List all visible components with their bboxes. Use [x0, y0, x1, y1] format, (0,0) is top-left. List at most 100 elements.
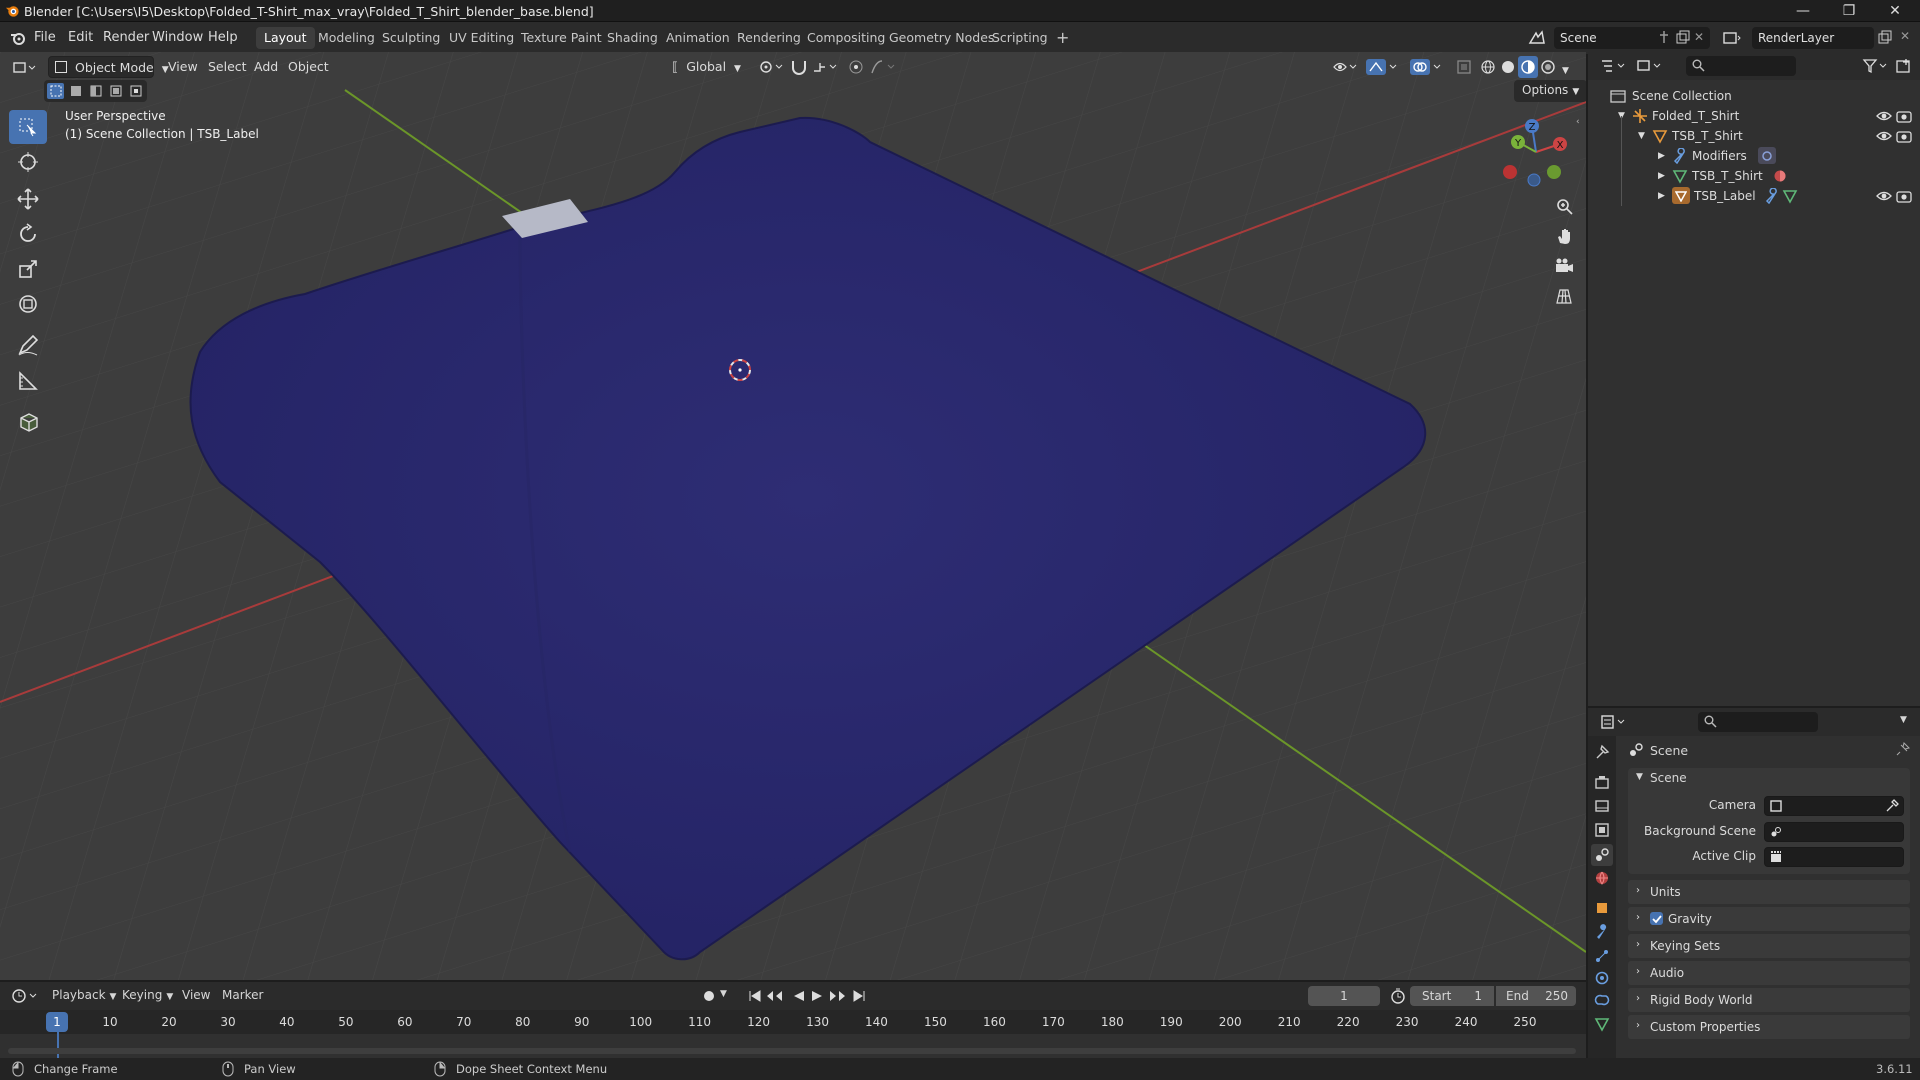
outliner-row-tsb-label[interactable]: ▶ TSB_Label [1588, 186, 1920, 206]
camera-field[interactable] [1764, 796, 1904, 816]
expand-chevron-right-icon[interactable]: ▶ [1658, 171, 1665, 181]
duplicate-layer-icon[interactable] [1878, 30, 1892, 44]
minimize-icon[interactable]: — [1780, 0, 1826, 22]
rotate-tool[interactable] [9, 217, 47, 251]
timeline-scrollbar[interactable] [8, 1048, 1576, 1054]
transform-tool[interactable] [9, 287, 47, 321]
data-tab-icon[interactable] [1594, 1016, 1610, 1032]
expand-chevron-down-icon[interactable]: ▼ [1638, 131, 1645, 141]
section-chevron-down-icon[interactable]: ▼ [1636, 772, 1643, 782]
proportional-editing-icon[interactable] [848, 56, 864, 78]
transform-orientation-dropdown[interactable]: ⟦ Global ▼ [672, 56, 744, 78]
select-box-tool[interactable] [9, 110, 47, 144]
snap-icon[interactable] [790, 56, 808, 78]
pivot-point-icon[interactable] [758, 56, 786, 78]
overlays-toggle-icon[interactable] [1410, 56, 1444, 78]
outliner-row-modifiers[interactable]: ▶ Modifiers [1588, 146, 1920, 166]
options-dropdown[interactable]: Options ▼ [1514, 80, 1586, 102]
properties-search-input[interactable] [1698, 712, 1818, 732]
camera-view-icon[interactable] [1550, 252, 1578, 280]
menu-window[interactable]: Window [152, 28, 203, 48]
xray-toggle-icon[interactable] [1456, 56, 1472, 78]
new-collection-icon[interactable] [1896, 58, 1912, 74]
blender-menu-icon[interactable] [10, 30, 26, 46]
tab-texture-paint[interactable]: Texture Paint [513, 27, 610, 49]
properties-editor-type-icon[interactable] [1600, 714, 1628, 730]
remove-layer-icon[interactable]: ✕ [1900, 29, 1910, 43]
tab-compositing[interactable]: Compositing [799, 27, 893, 49]
menu-timeline-view[interactable]: View [182, 988, 210, 1002]
display-mode-icon[interactable] [1636, 58, 1664, 74]
sidebar-toggle-chevron-icon[interactable]: ‹ [1576, 117, 1580, 127]
pan-hand-icon[interactable] [1550, 222, 1578, 250]
menu-keying[interactable]: Keying ▼ [122, 988, 173, 1002]
add-cube-tool[interactable] [9, 404, 47, 438]
active-clip-field[interactable] [1764, 847, 1904, 867]
units-panel[interactable]: › Units [1628, 880, 1910, 904]
gravity-panel[interactable]: › Gravity [1628, 907, 1910, 931]
tab-layout[interactable]: Layout [256, 27, 315, 49]
eyedropper-icon[interactable] [1885, 799, 1899, 813]
move-tool[interactable] [9, 182, 47, 216]
properties-options-chevron-down-icon[interactable]: ▼ [1900, 715, 1907, 725]
playhead[interactable]: 1 [46, 1012, 68, 1032]
scene-tab-icon[interactable] [1591, 844, 1613, 866]
expand-chevron-right-icon[interactable]: ▶ [1658, 151, 1665, 161]
wireframe-shading-icon[interactable] [1480, 56, 1496, 78]
visibility-icon[interactable] [1332, 56, 1360, 78]
restore-icon[interactable]: ❐ [1826, 0, 1872, 22]
frame-ruler[interactable]: 10 20 30 40 50 60 70 80 90 100 110 120 130 140 150 160 1… [0, 1010, 1586, 1034]
tab-scripting[interactable]: Scripting [984, 27, 1056, 49]
outliner-row-scene-collection[interactable]: Scene Collection [1588, 86, 1920, 106]
tool-tab-icon[interactable] [1594, 744, 1610, 760]
scale-tool[interactable] [9, 252, 47, 286]
rigid-body-world-panel[interactable]: › Rigid Body World [1628, 988, 1910, 1012]
shading-options-chevron-down-icon[interactable]: ▼ [1562, 60, 1569, 82]
current-frame-field[interactable]: 1 [1308, 986, 1380, 1006]
rendered-shading-icon[interactable] [1540, 56, 1556, 78]
outliner-editor-type-icon[interactable] [1600, 58, 1628, 74]
particles-tab-icon[interactable] [1594, 948, 1610, 964]
3d-viewport[interactable]: Object Mode ▼ View Select Add Object ⟦ G… [0, 52, 1586, 980]
pin-icon[interactable] [1896, 742, 1910, 756]
add-workspace-icon[interactable]: + [1048, 27, 1077, 49]
audio-panel[interactable]: › Audio [1628, 961, 1910, 985]
remove-scene-icon[interactable]: ✕ [1694, 30, 1704, 44]
play-reverse-icon[interactable] [792, 989, 806, 1003]
material-preview-shading-icon[interactable] [1518, 56, 1538, 78]
tab-rendering[interactable]: Rendering [729, 27, 809, 49]
prev-keyframe-icon[interactable] [766, 989, 784, 1003]
menu-playback[interactable]: Playback ▼ [52, 988, 116, 1002]
menu-view[interactable]: View [168, 56, 198, 78]
measure-tool[interactable] [9, 364, 47, 398]
custom-properties-panel[interactable]: › Custom Properties [1628, 1015, 1910, 1039]
eye-icon[interactable] [1876, 188, 1892, 204]
expand-chevron-right-icon[interactable]: ▶ [1658, 191, 1665, 201]
background-scene-field[interactable] [1764, 822, 1904, 842]
tab-modeling[interactable]: Modeling [310, 27, 383, 49]
select-new-icon[interactable] [47, 83, 64, 99]
render-camera-icon[interactable] [1896, 108, 1912, 124]
tab-shading[interactable]: Shading [599, 27, 666, 49]
scene-selector[interactable]: Scene ✕ [1554, 27, 1710, 49]
select-invert-icon[interactable] [107, 83, 124, 99]
output-tab-icon[interactable] [1594, 798, 1610, 814]
perspective-toggle-icon[interactable] [1550, 282, 1578, 310]
editor-type-icon[interactable] [12, 60, 38, 76]
snap-target-icon[interactable] [812, 56, 840, 78]
record-icon[interactable] [702, 989, 716, 1003]
gravity-checkbox[interactable] [1650, 912, 1663, 925]
modifier-tab-icon[interactable] [1594, 924, 1610, 940]
start-frame-field[interactable]: Start 1 [1410, 986, 1494, 1006]
render-camera-icon[interactable] [1896, 188, 1912, 204]
filter-icon[interactable] [1862, 58, 1890, 74]
keying-sets-panel[interactable]: › Keying Sets [1628, 934, 1910, 958]
auto-key-chevron-down-icon[interactable]: ▼ [720, 989, 727, 999]
timeline-editor-type-icon[interactable] [12, 988, 40, 1004]
tab-uv-editing[interactable]: UV Editing [441, 27, 522, 49]
object-tab-icon[interactable] [1594, 900, 1610, 916]
outliner-row-tsb-t-shirt[interactable]: ▼ TSB_T_Shirt [1588, 126, 1920, 146]
outliner-row-tsb-t-shirt-mesh[interactable]: ▶ TSB_T_Shirt [1588, 166, 1920, 186]
eye-icon[interactable] [1876, 128, 1892, 144]
select-intersect-icon[interactable] [127, 83, 144, 99]
